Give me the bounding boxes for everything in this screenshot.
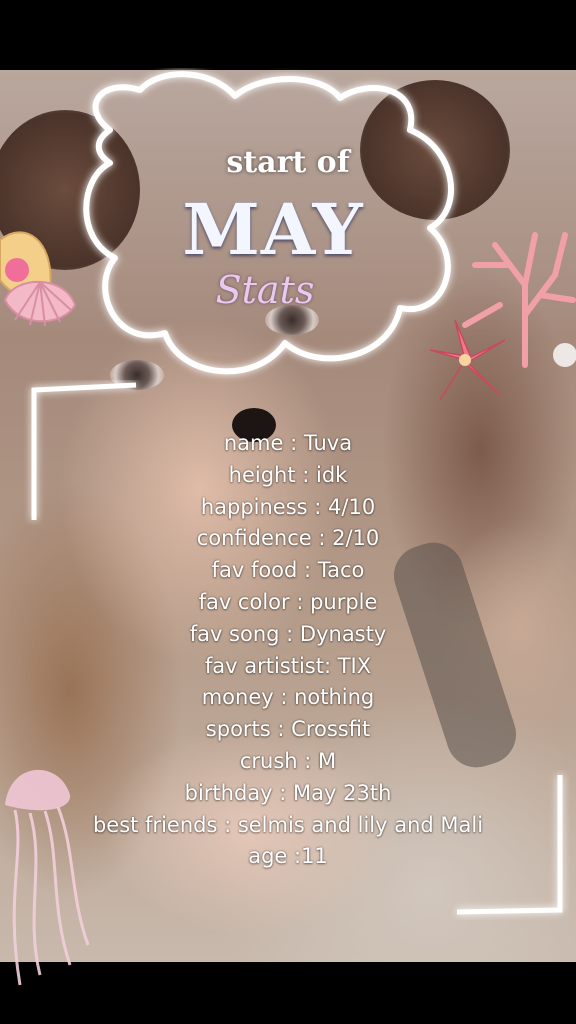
title-stats: Stats — [215, 268, 315, 312]
stat-fav-food: fav food : Taco — [211, 558, 365, 583]
stat-money: money : nothing — [201, 685, 375, 710]
lily-flower-icon — [429, 319, 506, 401]
stat-sports: sports : Crossfit — [205, 717, 371, 742]
stat-happiness: happiness : 4/10 — [200, 494, 376, 519]
stat-birthday: birthday : May 23th — [184, 780, 392, 805]
title-month: MAY — [182, 188, 364, 271]
title-start-of: start of — [226, 145, 350, 180]
stat-age: age :11 — [248, 844, 328, 869]
stats-list: name : Tuva height : idk happiness : 4/1… — [0, 428, 576, 873]
stat-fav-artist: fav artistist: TIX — [204, 653, 372, 678]
stat-fav-song: fav song : Dynasty — [189, 621, 387, 646]
stat-height: height : idk — [228, 462, 348, 487]
stat-name: name : Tuva — [223, 431, 353, 455]
stat-fav-color: fav color : purple — [198, 589, 378, 614]
stat-crush: crush : M — [239, 748, 337, 773]
stat-confidence: confidence : 2/10 — [196, 526, 380, 551]
stat-best-friends: best friends : selmis and lily and Mali — [92, 812, 484, 837]
